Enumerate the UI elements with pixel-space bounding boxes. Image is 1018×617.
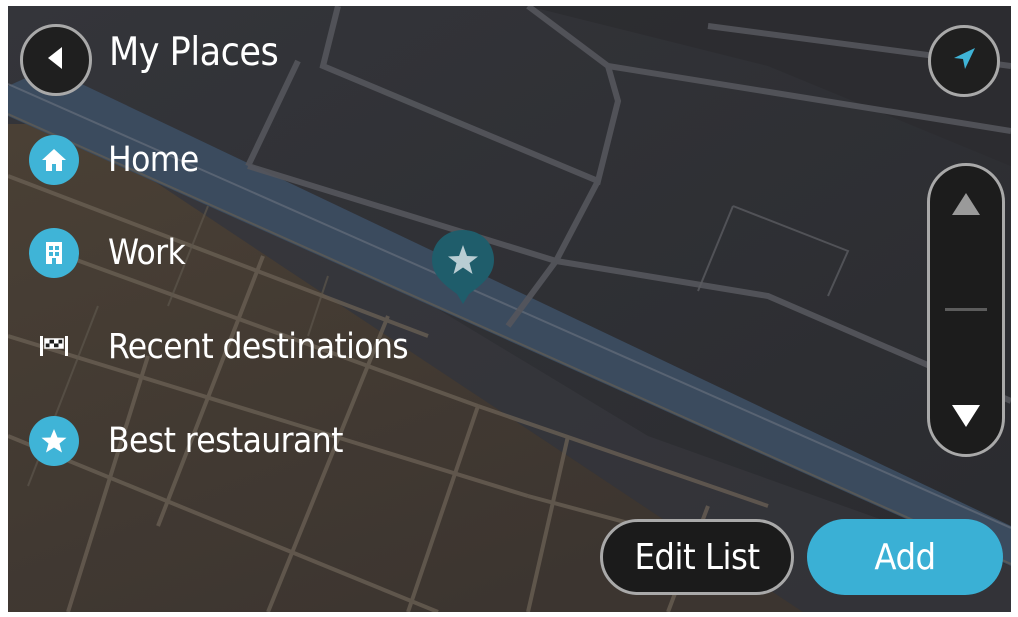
checkered-flag-icon <box>36 331 72 363</box>
list-item-home[interactable]: Home <box>28 130 199 190</box>
scroll-thumb[interactable] <box>945 308 987 311</box>
add-button[interactable]: Add <box>807 519 1003 595</box>
scroll-up-arrow-icon <box>949 191 983 221</box>
scroll-down-button[interactable] <box>930 382 1002 454</box>
home-icon <box>29 135 79 185</box>
list-item-label: Recent destinations <box>108 327 409 367</box>
scroll-down-arrow-icon <box>949 403 983 433</box>
list-item-best-restaurant[interactable]: Best restaurant <box>28 411 343 471</box>
page-title: My Places <box>109 30 279 75</box>
back-button[interactable] <box>20 24 92 96</box>
list-item-recent-destinations[interactable]: Recent destinations <box>28 317 409 377</box>
work-building-icon <box>29 228 79 278</box>
list-item-label: Best restaurant <box>108 421 343 461</box>
list-item-label: Home <box>108 140 199 180</box>
back-arrow-icon <box>42 44 70 76</box>
star-pin-icon[interactable] <box>430 228 496 308</box>
device-screen: My Places Home Work Recent destinations … <box>8 6 1011 612</box>
edit-list-button[interactable]: Edit List <box>600 519 794 595</box>
scroll-up-button[interactable] <box>930 170 1002 242</box>
star-icon <box>29 416 79 466</box>
current-location-arrow-icon <box>950 45 978 77</box>
scroll-control[interactable] <box>927 163 1005 457</box>
list-item-work[interactable]: Work <box>28 223 186 283</box>
list-item-label: Work <box>108 233 186 273</box>
current-location-button[interactable] <box>928 25 1000 97</box>
